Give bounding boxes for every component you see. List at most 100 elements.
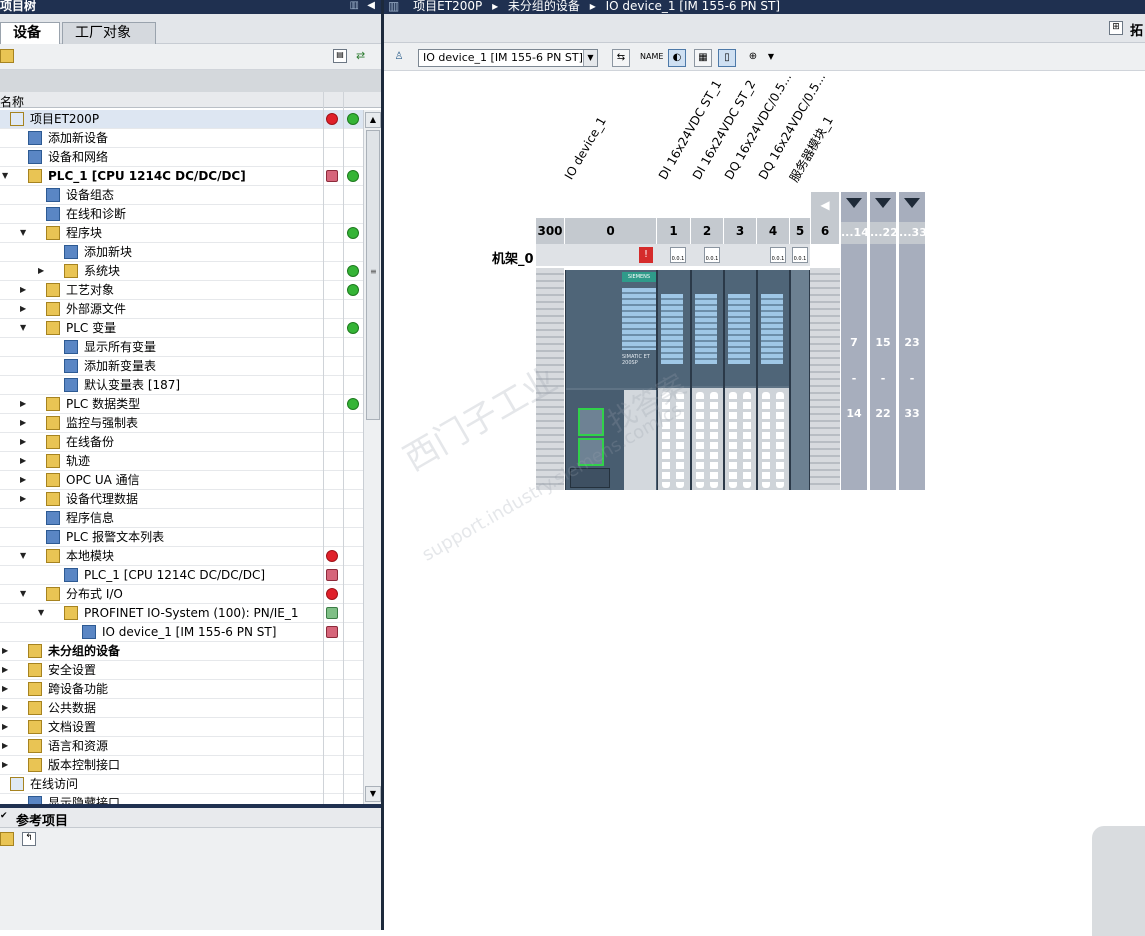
tree-item[interactable]: ▶ OPC UA 通信 [0,471,363,490]
expand-icon[interactable]: ▶ [20,437,30,446]
dq-module-1[interactable] [724,270,757,490]
tree-item[interactable]: 显示所有变量 [0,338,363,357]
tree-item[interactable]: ▼ 分布式 I/O [0,585,363,604]
tree-item[interactable]: PLC_1 [CPU 1214C DC/DC/DC] [0,566,363,585]
tree-item[interactable]: 程序信息 [0,509,363,528]
module-address-icon[interactable]: 0.0.1 [792,247,808,263]
expand-icon[interactable]: ▶ [2,760,12,769]
tree-item[interactable]: 添加新变量表 [0,357,363,376]
tree-item[interactable]: PLC 报警文本列表 [0,528,363,547]
device-icon[interactable]: ♙ [390,49,408,67]
tree-item[interactable]: 设备组态 [0,186,363,205]
page-break-icon[interactable]: ▯ [718,49,736,67]
grid-icon[interactable]: ▦ [694,49,712,67]
expand-icon[interactable]: ▶ [20,456,30,465]
tree-item[interactable]: ▶ 设备代理数据 [0,490,363,509]
expand-icon[interactable]: ▶ [2,665,12,674]
open-reference-icon[interactable] [0,832,14,846]
tree-item[interactable]: ▶ PLC 数据类型 [0,395,363,414]
chevron-down-icon[interactable]: ✔ [0,811,8,821]
di-module-2[interactable] [691,270,724,490]
breadcrumb-item-ungrouped[interactable]: 未分组的设备 [508,0,580,13]
topology-view-icon[interactable]: ⊞ [1109,21,1123,35]
server-module[interactable] [790,270,810,490]
collapse-icon[interactable]: ▼ [20,228,30,237]
tree-item[interactable]: 默认变量表 [187] [0,376,363,395]
expand-icon[interactable]: ▶ [38,266,48,275]
scroll-up-icon[interactable]: ▲ [365,112,381,128]
tree-item[interactable]: ▼ 本地模块 [0,547,363,566]
expand-slot-column[interactable]: ...33 23 - 33 [899,192,927,490]
module-address-icon[interactable]: 0.0.1 [670,247,686,263]
chevron-left-icon[interactable]: ◀ [811,192,839,218]
expand-icon[interactable]: ▶ [2,684,12,693]
zoom-dropdown-icon[interactable]: ▼ [762,49,780,67]
collapse-icon[interactable]: ▼ [20,551,30,560]
tree-item[interactable]: ▶ 外部源文件 [0,300,363,319]
scrollbar-thumb[interactable]: ≡ [366,130,380,420]
breadcrumb-item-project[interactable]: 项目ET200P [413,0,482,13]
reference-projects-header[interactable]: ✔ 参考项目 [0,808,381,829]
swap-view-icon[interactable]: ⇆ [612,49,630,67]
tree-item[interactable]: ▶ 监控与强制表 [0,414,363,433]
tree-item[interactable]: 设备和网络 [0,148,363,167]
tree-scrollbar[interactable]: ▲ ≡ ▼ [363,110,381,804]
collapse-icon[interactable]: ▼ [20,589,30,598]
tree-item[interactable]: ▶ 跨设备功能 [0,680,363,699]
collapse-icon[interactable]: ▼ [20,323,30,332]
tree-item[interactable]: ▼在线访问 [0,775,363,794]
hardware-catalog-tab[interactable] [1092,826,1145,936]
interface-module[interactable]: SIEMENS SIMATIC ET 200SP [565,270,658,490]
di-module-1[interactable] [657,270,691,490]
expand-icon[interactable]: ▶ [20,418,30,427]
new-folder-icon[interactable] [0,49,14,63]
chevron-down-icon[interactable] [846,198,862,208]
expand-icon[interactable]: ▶ [2,703,12,712]
tree-item[interactable]: 在线和诊断 [0,205,363,224]
tree-item[interactable]: ▼ PLC_1 [CPU 1214C DC/DC/DC] [0,167,363,186]
device-view-canvas[interactable]: IO device_1 DI 16x24VDC ST_1 DI 16x24VDC… [384,71,1145,936]
module-labels-icon[interactable]: ◐ [668,49,686,67]
tree-item[interactable]: IO device_1 [IM 155-6 PN ST] [0,623,363,642]
show-names-icon[interactable]: NAME [640,49,663,67]
expand-icon[interactable]: ▶ [2,741,12,750]
ethernet-port-icon[interactable] [578,438,604,466]
tree-item[interactable]: ▶ 在线备份 [0,433,363,452]
module-address-icon[interactable]: 0.0.1 [704,247,720,263]
tree-item[interactable]: ▶ 安全设置 [0,661,363,680]
scroll-down-icon[interactable]: ▼ [365,786,381,802]
module-address-icon[interactable]: 0.0.1 [770,247,786,263]
chevron-down-icon[interactable]: ▼ [583,50,597,66]
tree-item[interactable]: 显示隐藏接口 [0,794,363,804]
refresh-icon[interactable]: ⇄ [356,49,372,63]
rack-0[interactable]: 300 0 1 2 3 4 5 6 ! 0.0.1 0.0.1 0.0.1 0.… [536,192,927,490]
topology-view-tab[interactable]: 拓 [1130,20,1143,39]
close-reference-icon[interactable]: ↰ [22,832,36,846]
tree-item[interactable]: ▼ 程序块 [0,224,363,243]
tree-item[interactable]: ▶ 未分组的设备 [0,642,363,661]
expand-icon[interactable]: ▶ [20,285,30,294]
diagnostics-error-icon[interactable]: ! [639,247,653,263]
expand-icon[interactable]: ▶ [20,399,30,408]
chevron-down-icon[interactable] [875,198,891,208]
expand-slot-column[interactable]: ...22 15 - 22 [870,192,898,490]
expand-icon[interactable]: ▶ [20,494,30,503]
tree-item[interactable]: ▶ 文档设置 [0,718,363,737]
expand-icon[interactable]: ▶ [2,646,12,655]
tab-plant-objects[interactable]: 工厂对象 [62,22,156,44]
expand-icon[interactable]: ▶ [20,304,30,313]
zoom-icon[interactable]: ⊕ [744,49,762,67]
collapse-icon[interactable]: ▼ [2,171,12,180]
tree-item[interactable]: ▶ 版本控制接口 [0,756,363,775]
tree-item[interactable]: ▶ 公共数据 [0,699,363,718]
collapse-icon[interactable]: ▼ [38,608,48,617]
tree-item[interactable]: ▶ 系统块 [0,262,363,281]
tree-item[interactable]: ▼项目ET200P [0,110,363,129]
tree-item[interactable]: ▶ 轨迹 [0,452,363,471]
device-selector-dropdown[interactable]: IO device_1 [IM 155-6 PN ST] ▼ [418,49,598,67]
chevron-down-icon[interactable] [904,198,920,208]
overview-icon[interactable]: ▤ [333,49,347,63]
dq-module-2[interactable] [757,270,790,490]
tree-item[interactable]: 添加新块 [0,243,363,262]
tree-item[interactable]: ▼ PLC 变量 [0,319,363,338]
